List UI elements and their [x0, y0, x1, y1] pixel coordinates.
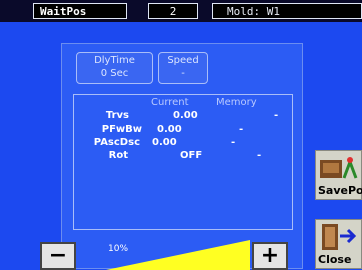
- speed-percent: 10%: [108, 244, 129, 254]
- speed-label: Speed: [167, 55, 199, 66]
- row-label: PFwBw: [101, 124, 142, 135]
- speed-value: -: [181, 68, 185, 79]
- close-button[interactable]: Close: [315, 219, 362, 269]
- table-row[interactable]: Rot OFF -: [74, 150, 294, 162]
- save-position-icon: [320, 157, 358, 179]
- row-label: Rot: [108, 150, 128, 161]
- speed-control: − 10% +: [40, 240, 304, 270]
- row-memory: -: [274, 110, 279, 121]
- decrease-button[interactable]: −: [40, 242, 76, 270]
- table-row[interactable]: Trvs 0.00 -: [74, 110, 294, 122]
- row-label: Trvs: [105, 110, 129, 121]
- door-exit-icon: [322, 224, 357, 250]
- screen-title: WaitPos: [33, 3, 127, 19]
- position-table: Current Memory Trvs 0.00 - PFwBw 0.00 - …: [73, 94, 293, 230]
- save-position-button[interactable]: SavePo: [315, 150, 362, 200]
- close-label: Close: [318, 253, 352, 266]
- row-memory: -: [239, 124, 244, 135]
- header-current: Current: [151, 97, 189, 108]
- dlytime-label: DlyTime: [94, 55, 135, 66]
- increase-button[interactable]: +: [252, 242, 288, 270]
- row-current: 0.00: [152, 137, 177, 148]
- row-memory: -: [231, 137, 236, 148]
- top-bar: WaitPos 2 Mold: W1: [0, 0, 362, 22]
- row-current: OFF: [180, 150, 203, 161]
- row-current: 0.00: [173, 110, 198, 121]
- minus-icon: −: [48, 243, 68, 268]
- mold-name: Mold: W1: [212, 3, 362, 19]
- header-memory: Memory: [216, 97, 257, 108]
- table-row[interactable]: PAscDsc 0.00 -: [74, 137, 294, 149]
- position-number: 2: [148, 3, 198, 19]
- dlytime-button[interactable]: DlyTime 0 Sec: [76, 52, 153, 84]
- speed-button[interactable]: Speed -: [158, 52, 208, 84]
- row-current: 0.00: [157, 124, 182, 135]
- dlytime-value: 0 Sec: [100, 68, 129, 79]
- main-panel: DlyTime 0 Sec Speed - Current Memory Trv…: [40, 43, 304, 270]
- save-position-label: SavePo: [318, 184, 362, 197]
- table-row[interactable]: PFwBw 0.00 -: [74, 124, 294, 136]
- row-label: PAscDsc: [93, 137, 140, 148]
- plus-icon: +: [260, 243, 280, 268]
- row-memory: -: [257, 150, 262, 161]
